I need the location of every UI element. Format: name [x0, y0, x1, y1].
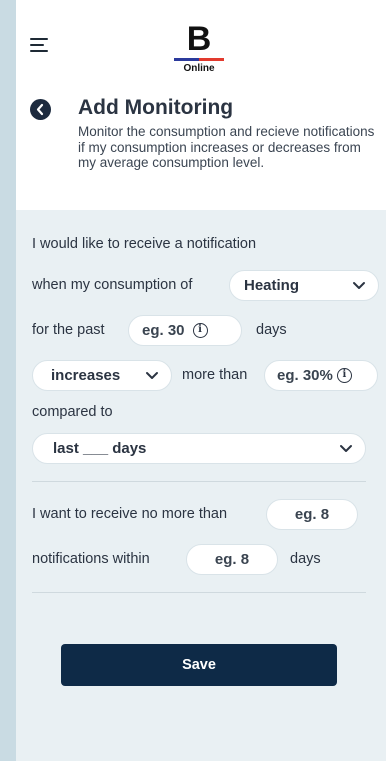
chevron-down-icon: [146, 372, 158, 379]
divider: [32, 592, 366, 593]
within-input[interactable]: eg. 8: [186, 544, 278, 575]
app-frame: B Online Add Monitoring Monitor the cons…: [16, 0, 386, 761]
logo-sub: Online: [183, 63, 215, 74]
direction-value: increases: [51, 367, 121, 384]
limit-placeholder: eg. 8: [294, 506, 330, 523]
logo-letter: B: [186, 20, 212, 58]
within-label: notifications within: [32, 551, 150, 567]
save-button[interactable]: Save: [61, 644, 337, 686]
divider: [32, 481, 366, 482]
compared-to-label: compared to: [32, 404, 113, 420]
days-label: days: [256, 322, 287, 338]
info-icon[interactable]: i: [192, 323, 208, 338]
within-days-label: days: [290, 551, 321, 567]
more-than-label: more than: [182, 367, 248, 383]
notification-intro: I would like to receive a notification: [32, 236, 257, 252]
period-value: last ___ days: [53, 440, 147, 457]
period-select[interactable]: last ___ days: [32, 433, 366, 464]
days-placeholder: eg. 30: [142, 322, 185, 339]
consumption-type-select[interactable]: Heating: [229, 270, 379, 301]
percent-input[interactable]: eg. 30% i: [264, 360, 378, 391]
consumption-type-value: Heating: [244, 277, 300, 294]
page-description: Monitor the consumption and recieve noti…: [78, 124, 375, 170]
direction-select[interactable]: increases: [32, 360, 172, 391]
info-icon[interactable]: i: [336, 368, 352, 383]
page-title: Add Monitoring: [78, 96, 234, 119]
limit-input[interactable]: eg. 8: [266, 499, 358, 530]
days-input[interactable]: eg. 30 i: [128, 315, 242, 346]
percent-placeholder: eg. 30%: [277, 367, 333, 384]
chevron-down-icon: [353, 282, 365, 289]
limit-label: I want to receive no more than: [32, 506, 228, 522]
back-arrow-icon[interactable]: [30, 99, 51, 120]
within-placeholder: eg. 8: [214, 551, 250, 568]
logo-bar: [174, 58, 224, 61]
past-label: for the past: [32, 322, 105, 338]
logo: B Online: [171, 22, 227, 78]
consumption-label: when my consumption of: [32, 277, 193, 293]
header: B Online Add Monitoring Monitor the cons…: [16, 0, 386, 210]
menu-icon[interactable]: [30, 36, 52, 54]
chevron-down-icon: [340, 445, 352, 452]
